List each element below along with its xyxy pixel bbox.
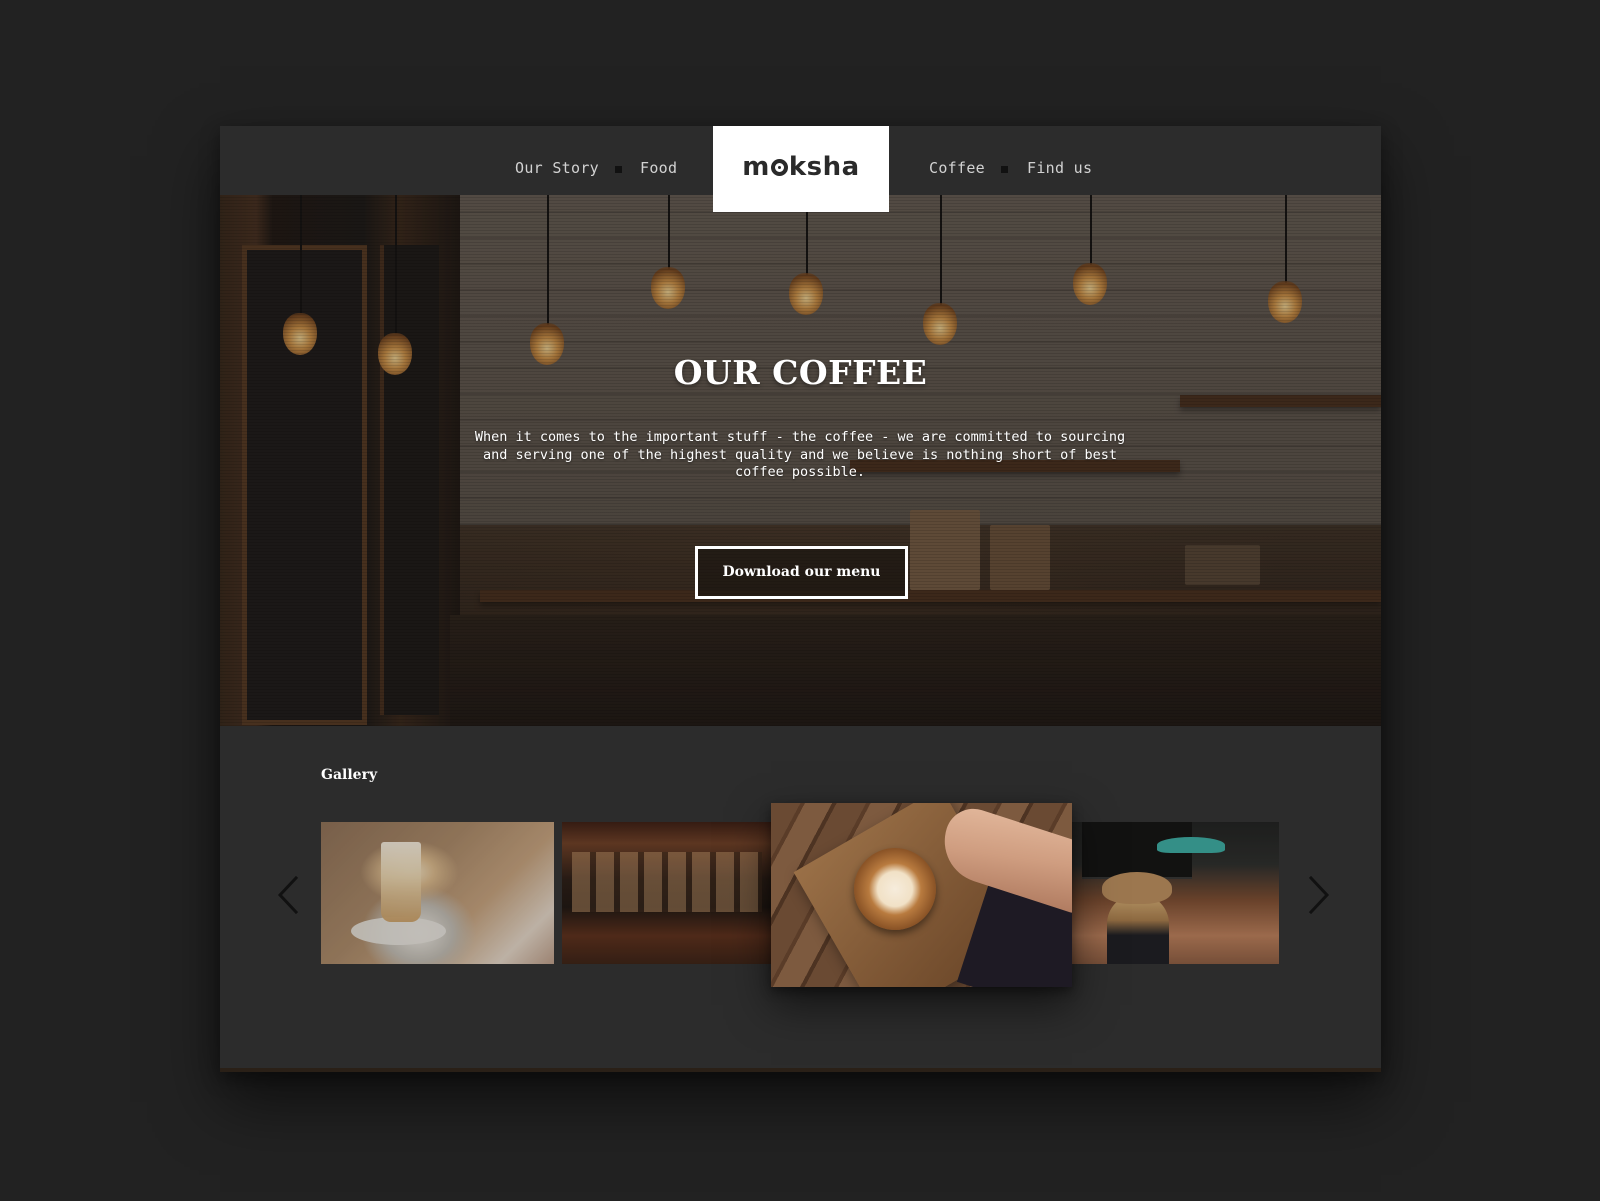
logo-swirl-icon	[770, 159, 788, 176]
thumb-overlay	[1072, 822, 1279, 964]
site-header: Our Story Food m ksha Coffee Find us	[220, 126, 1381, 212]
website-frame: Our Story Food m ksha Coffee Find us OUR…	[220, 126, 1381, 1072]
gallery-image-latte-art-active[interactable]	[771, 803, 1072, 987]
gallery-image-customer[interactable]	[1072, 822, 1279, 964]
latte-art-cup-shape	[854, 848, 936, 930]
thumb-overlay	[562, 822, 772, 964]
gallery-image-latte[interactable]	[321, 822, 554, 964]
nav-separator	[1001, 166, 1008, 173]
gallery-next-button[interactable]	[1303, 875, 1333, 915]
nav-item-food[interactable]: Food	[640, 159, 677, 177]
hero-description: When it comes to the important stuff - t…	[474, 429, 1126, 480]
nav-item-our-story[interactable]: Our Story	[515, 159, 599, 177]
gallery-title: Gallery	[321, 767, 378, 783]
brand-logo[interactable]: m ksha	[713, 126, 889, 212]
nav-item-coffee[interactable]: Coffee	[929, 159, 985, 177]
download-menu-button[interactable]: Download our menu	[695, 546, 908, 599]
nav-separator	[615, 166, 622, 173]
nav-item-find-us[interactable]: Find us	[1027, 159, 1092, 177]
logo-wordmark: m ksha	[742, 152, 860, 182]
site-bottom-border	[220, 1068, 1381, 1072]
chevron-left-icon	[277, 875, 299, 915]
hero-section: OUR COFFEE When it comes to the importan…	[220, 195, 1381, 726]
thumb-overlay	[321, 822, 554, 964]
gallery-prev-button[interactable]	[274, 875, 304, 915]
chevron-right-icon	[1308, 875, 1330, 915]
gallery-image-interior[interactable]	[562, 822, 772, 964]
hero-title: OUR COFFEE	[673, 353, 928, 392]
